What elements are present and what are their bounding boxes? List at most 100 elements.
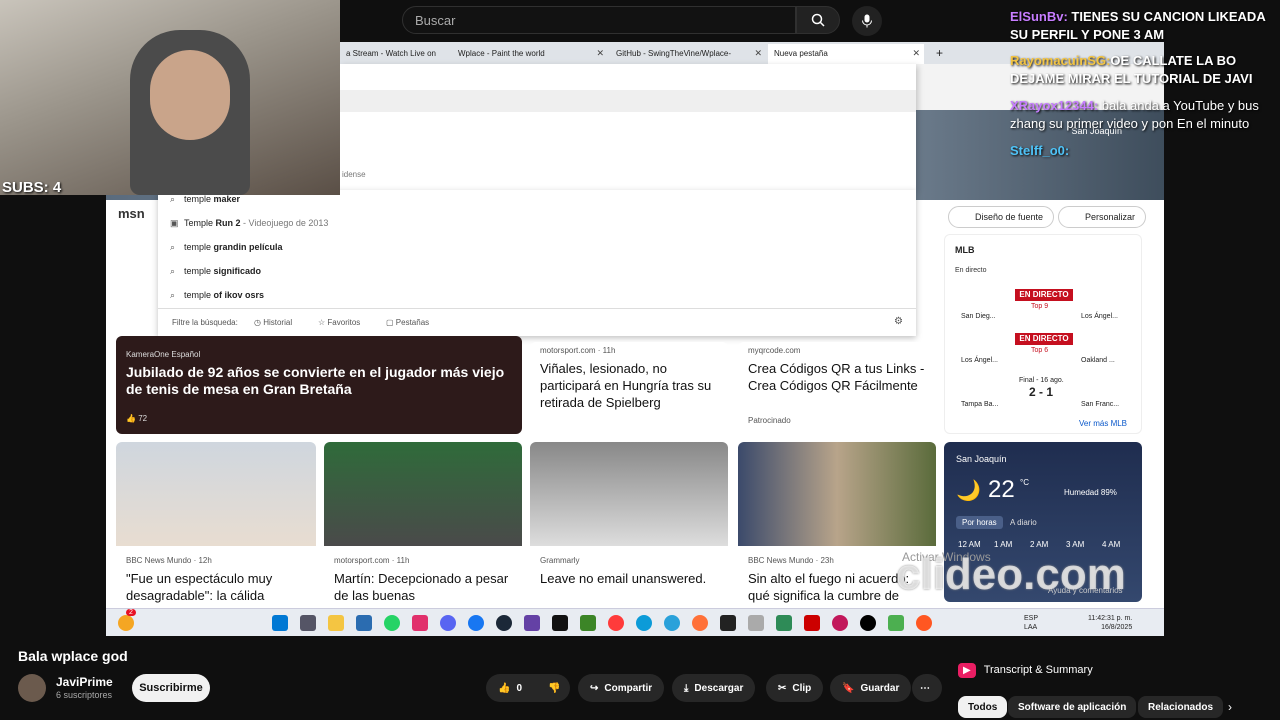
chevron-right-icon[interactable]: › <box>1228 700 1232 714</box>
app-icon[interactable] <box>804 615 820 631</box>
opera-icon[interactable] <box>608 615 624 631</box>
language-indicator[interactable]: ESP LAA <box>1024 614 1038 632</box>
app-icon[interactable] <box>916 615 932 631</box>
suggestion-item[interactable]: ⌕ temple grandin película <box>170 242 283 253</box>
channel-name[interactable]: JaviPrime <box>56 675 113 689</box>
news-source: myqrcode.com <box>748 346 801 355</box>
search-icon: ⌕ <box>170 242 176 252</box>
discord-icon[interactable] <box>440 615 456 631</box>
minecraft-icon[interactable] <box>580 615 596 631</box>
app-icon[interactable] <box>776 615 792 631</box>
avatar[interactable] <box>18 674 46 702</box>
dislike-button[interactable]: 👎 <box>536 674 570 702</box>
hero-news-card[interactable]: KameraOne Español Jubilado de 92 años se… <box>116 336 522 434</box>
close-tab-icon[interactable]: ✕ <box>912 48 920 59</box>
news-source: Grammarly <box>540 556 580 565</box>
tab-label: Nueva pestaña <box>774 49 828 58</box>
like-count[interactable]: 👍 72 <box>126 414 147 423</box>
app-icon[interactable] <box>888 615 904 631</box>
chat-message: zhang su primer video y pon En el minuto <box>1010 116 1250 131</box>
steam-icon[interactable] <box>496 615 512 631</box>
download-button[interactable]: ⤓ Descargar <box>672 674 756 702</box>
tab-daily[interactable]: A diario <box>1010 518 1037 527</box>
windows-start-icon[interactable] <box>272 615 288 631</box>
filter-history[interactable]: ◷ Historial <box>254 318 292 327</box>
personalize-button[interactable]: Personalizar <box>1058 206 1147 228</box>
chip-related[interactable]: Relacionados <box>1138 696 1224 718</box>
feed-design-button[interactable]: Diseño de fuente <box>948 206 1055 228</box>
filter-tabs[interactable]: ▢ Pestañas <box>386 318 429 327</box>
microphone-icon <box>862 14 872 28</box>
twitch-icon[interactable] <box>524 615 540 631</box>
suggestion-item[interactable]: ▣ Temple Run 2 - Videojuego de 2013 <box>170 218 328 229</box>
search-button[interactable] <box>796 6 840 34</box>
more-mlb-link[interactable]: Ver más MLB <box>1079 419 1127 428</box>
suggestion-item[interactable]: ⌕ temple significado <box>170 266 261 277</box>
transcript-label: Transcript & Summary <box>983 664 1093 676</box>
chip-software[interactable]: Software de aplicación <box>1008 696 1137 718</box>
game-status: Final - 16 ago. <box>1019 377 1064 384</box>
mlb-widget[interactable]: MLB En directo EN DIRECTO Top 9 San Dieg… <box>944 234 1142 434</box>
tab-label: a Stream - Watch Live on <box>346 49 436 58</box>
more-options-button[interactable]: ⋯ <box>912 674 942 702</box>
gear-icon[interactable]: ⚙ <box>894 316 903 327</box>
mlb-game[interactable]: EN DIRECTO Top 9 San Dieg... Los Ángel..… <box>953 283 1133 323</box>
mlb-title: MLB <box>955 245 975 255</box>
new-tab-button[interactable]: + <box>930 44 949 64</box>
telegram-icon[interactable] <box>664 615 680 631</box>
weather-taskbar-icon[interactable] <box>118 615 134 631</box>
app-icon[interactable] <box>552 615 568 631</box>
close-tab-icon[interactable]: ✕ <box>596 48 604 59</box>
mouse-app-icon[interactable] <box>748 615 764 631</box>
team-name: Los Ángel... <box>1081 313 1118 320</box>
voice-search-button[interactable] <box>852 6 882 36</box>
mlb-game[interactable]: Final - 16 ago. 2 - 1 Tampa Ba... San Fr… <box>953 371 1133 411</box>
close-tab-icon[interactable]: ✕ <box>754 48 762 59</box>
ad-card[interactable]: myqrcode.com Crea Códigos QR a tus Links… <box>738 342 934 434</box>
news-image <box>116 442 316 546</box>
team-name: Los Ángel... <box>961 357 998 364</box>
suggestion-item[interactable]: ⌕ temple of ikov osrs <box>170 290 264 301</box>
browser-tab[interactable]: a Stream - Watch Live on <box>340 44 450 64</box>
suggestion-item[interactable]: ⌕ temple maker <box>170 194 240 205</box>
browser-tab-active[interactable]: Nueva pestaña ✕ <box>768 44 924 64</box>
whatsapp-icon[interactable] <box>384 615 400 631</box>
like-button[interactable]: 👍 0 <box>486 674 542 702</box>
address-input-row[interactable] <box>340 90 916 112</box>
transcript-summary-extension[interactable]: ▶ Transcript & Summary <box>958 656 1252 684</box>
news-card[interactable]: motorsport.com · 11h Martín: Decepcionad… <box>324 442 522 608</box>
filter-favorites[interactable]: ☆ Favoritos <box>318 318 360 327</box>
ad-card[interactable]: Grammarly Leave no email unanswered. <box>530 442 728 608</box>
search-icon[interactable] <box>300 615 316 631</box>
news-card[interactable]: BBC News Mundo · 12h "Fue un espectáculo… <box>116 442 316 608</box>
tab-hourly[interactable]: Por horas <box>956 516 1003 529</box>
youtube-search-input[interactable]: Buscar <box>402 6 796 34</box>
app-icon[interactable] <box>832 615 848 631</box>
store-icon[interactable] <box>356 615 372 631</box>
hour-label: 4 AM <box>1102 540 1121 549</box>
capcut-icon[interactable] <box>720 615 736 631</box>
mlb-game[interactable]: EN DIRECTO Top 6 Los Ángel... Oakland ..… <box>953 327 1133 367</box>
tiktok-icon[interactable] <box>860 615 876 631</box>
search-icon <box>811 13 825 27</box>
firefox-icon[interactable] <box>692 615 708 631</box>
news-source: motorsport.com · 11h <box>334 556 410 565</box>
news-image <box>324 442 522 546</box>
weather-temp: 22 <box>988 476 1015 503</box>
edge-icon[interactable] <box>636 615 652 631</box>
browser-tab[interactable]: GitHub - SwingTheVine/Wplace- ✕ <box>610 44 766 64</box>
clock[interactable]: 11:42:31 p. m. 16/8/2025 <box>1088 614 1132 632</box>
subscribe-button[interactable]: Suscribirme <box>132 674 210 702</box>
instagram-icon[interactable] <box>412 615 428 631</box>
file-explorer-icon[interactable] <box>328 615 344 631</box>
news-card[interactable]: motorsport.com · 11h Viñales, lesionado,… <box>530 342 728 434</box>
facebook-icon[interactable] <box>468 615 484 631</box>
browser-tab[interactable]: Wplace - Paint the world ✕ <box>452 44 608 64</box>
save-button[interactable]: 🔖 Guardar <box>830 674 912 702</box>
chip-all[interactable]: Todos <box>958 696 1008 718</box>
share-button[interactable]: ↪ Compartir <box>578 674 665 702</box>
clip-button[interactable]: ✂ Clip <box>766 674 824 702</box>
msn-logo: msn <box>118 206 145 221</box>
thumbs-down-icon: 👎 <box>548 682 561 694</box>
team-name: San Dieg... <box>961 313 996 320</box>
